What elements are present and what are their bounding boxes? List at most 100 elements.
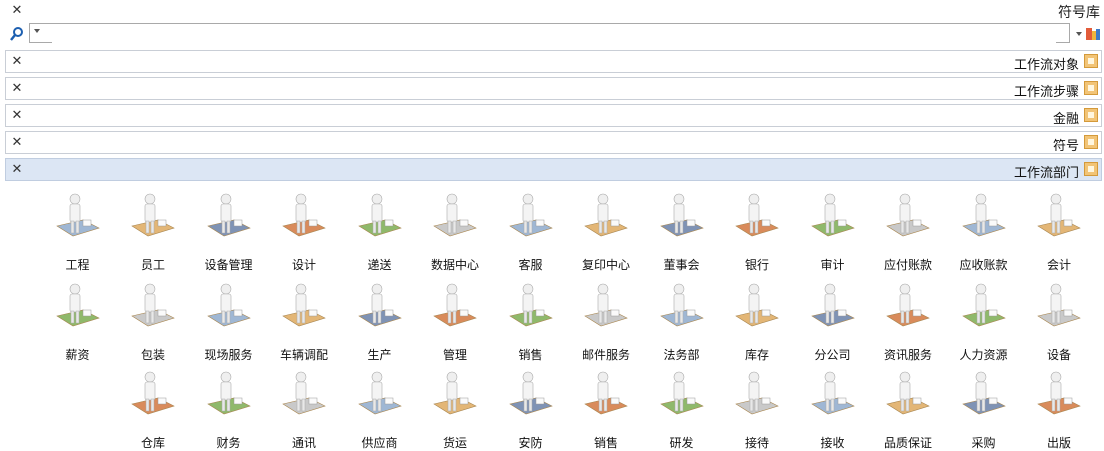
shape-tile[interactable]: 研发 (643, 362, 721, 450)
shape-label: 仓库 (140, 436, 165, 450)
search-box[interactable] (29, 23, 1070, 43)
shape-label: 设备 (1046, 348, 1071, 362)
category-star-icon (1084, 54, 1098, 68)
shape-tile[interactable]: 董事会 (643, 184, 721, 272)
close-panel-icon[interactable]: ✕ (10, 4, 24, 18)
shape-tile[interactable]: 包装 (114, 274, 192, 362)
shape-tile[interactable]: 工程 (39, 184, 117, 272)
payroll-icon (53, 280, 103, 330)
shape-label: 分公司 (814, 348, 851, 362)
shape-tile[interactable]: 应付账款 (869, 184, 947, 272)
shape-label: 车辆调配 (279, 348, 328, 362)
library-icon[interactable] (1085, 26, 1101, 42)
shape-tile[interactable]: 设备 (1020, 274, 1098, 362)
close-category-icon[interactable]: ✕ (10, 163, 24, 177)
shape-tile[interactable]: 会计 (1020, 184, 1098, 272)
warehouse-icon (128, 368, 178, 418)
shape-tile[interactable]: 客服 (492, 184, 570, 272)
shape-tile[interactable]: 接待 (718, 362, 796, 450)
shipping-icon (430, 368, 480, 418)
shape-label: 货运 (442, 436, 467, 450)
category-finance[interactable]: ✕ 金融 (5, 104, 1102, 127)
search-dropdown-icon[interactable] (34, 29, 40, 33)
shape-tile[interactable]: 应收账款 (945, 184, 1023, 272)
employee-icon (128, 190, 178, 240)
shape-label: 员工 (140, 258, 165, 272)
shape-tile[interactable]: 薪资 (39, 274, 117, 362)
shape-tile[interactable]: 分公司 (794, 274, 872, 362)
category-label: 工作流部门 (1013, 166, 1079, 181)
shape-tile[interactable]: 现场服务 (190, 274, 268, 362)
shape-label: 库存 (744, 348, 769, 362)
mail-service-icon (581, 280, 631, 330)
shape-tile[interactable]: 设计 (265, 184, 343, 272)
receiving-icon (808, 368, 858, 418)
shape-tile[interactable]: 邮件服务 (567, 274, 645, 362)
shape-tile[interactable]: 安防 (492, 362, 570, 450)
shape-tile[interactable]: 车辆调配 (265, 274, 343, 362)
shape-label: 管理 (442, 348, 467, 362)
library-dropdown-icon[interactable] (1076, 32, 1082, 36)
category-workflow-steps[interactable]: ✕ 工作流步骤 (5, 77, 1102, 100)
audit-icon (808, 190, 858, 240)
shape-label: 设计 (291, 258, 316, 272)
shape-tile[interactable]: 出版 (1020, 362, 1098, 450)
panel-title: 符号库 (1058, 5, 1100, 21)
management-icon (430, 280, 480, 330)
shape-tile[interactable]: 人力资源 (945, 274, 1023, 362)
shape-tile[interactable]: 品质保证 (869, 362, 947, 450)
shape-label: 财务 (216, 436, 241, 450)
shape-tile[interactable]: 生产 (341, 274, 419, 362)
category-workflow-objects[interactable]: ✕ 工作流对象 (5, 50, 1102, 73)
shape-tile[interactable]: 员工 (114, 184, 192, 272)
shape-label: 出版 (1046, 436, 1071, 450)
shape-tile[interactable]: 货运 (416, 362, 494, 450)
shape-tile[interactable]: 资讯服务 (869, 274, 947, 362)
shape-tile[interactable]: 接收 (794, 362, 872, 450)
search-icon[interactable] (9, 26, 25, 42)
shape-label: 资讯服务 (883, 348, 932, 362)
data-center-icon (430, 190, 480, 240)
finance-icon (204, 368, 254, 418)
shape-tile[interactable]: 复印中心 (567, 184, 645, 272)
bank-icon (732, 190, 782, 240)
shape-tile[interactable]: 递送 (341, 184, 419, 272)
close-category-icon[interactable]: ✕ (10, 82, 24, 96)
shape-tile[interactable]: 采购 (945, 362, 1023, 450)
shape-label: 邮件服务 (581, 348, 630, 362)
branch-office-icon (808, 280, 858, 330)
category-workflow-departments[interactable]: ✕ 工作流部门 (5, 158, 1102, 181)
shape-label: 银行 (744, 258, 769, 272)
shape-label: 采购 (971, 436, 996, 450)
shape-label: 董事会 (663, 258, 700, 272)
shape-tile[interactable]: 财务 (190, 362, 268, 450)
search-row (0, 22, 1104, 46)
quality-assurance-icon (883, 368, 933, 418)
close-category-icon[interactable]: ✕ (10, 55, 24, 69)
shape-tile[interactable]: 销售 (492, 274, 570, 362)
customer-service-icon (506, 190, 556, 240)
shape-tile[interactable]: 通讯 (265, 362, 343, 450)
shape-tile[interactable]: 数据中心 (416, 184, 494, 272)
shape-label: 供应商 (361, 436, 398, 450)
shape-label: 现场服务 (204, 348, 253, 362)
shape-label: 接待 (744, 436, 769, 450)
shape-tile[interactable]: 供应商 (341, 362, 419, 450)
close-category-icon[interactable]: ✕ (10, 109, 24, 123)
category-label: 符号 (1052, 139, 1079, 154)
shape-tile[interactable]: 库存 (718, 274, 796, 362)
shape-tile[interactable]: 设备管理 (190, 184, 268, 272)
shape-tile[interactable]: 银行 (718, 184, 796, 272)
close-category-icon[interactable]: ✕ (10, 136, 24, 150)
shape-label: 数据中心 (430, 258, 479, 272)
shape-grid: 会计 应收账款 应付账款 审计 银行 董事会 复印中心 客服 数据中心 递送 设计 设备管理 员工 工程设… (0, 184, 1104, 450)
category-star-icon (1084, 135, 1098, 149)
shape-tile[interactable]: 法务部 (643, 274, 721, 362)
shape-label: 销售 (593, 436, 618, 450)
shape-tile[interactable]: 仓库 (114, 362, 192, 450)
category-symbols[interactable]: ✕ 符号 (5, 131, 1102, 154)
shape-tile[interactable]: 审计 (794, 184, 872, 272)
shape-tile[interactable]: 销售 (567, 362, 645, 450)
shape-tile[interactable]: 管理 (416, 274, 494, 362)
search-input[interactable] (52, 25, 1056, 43)
